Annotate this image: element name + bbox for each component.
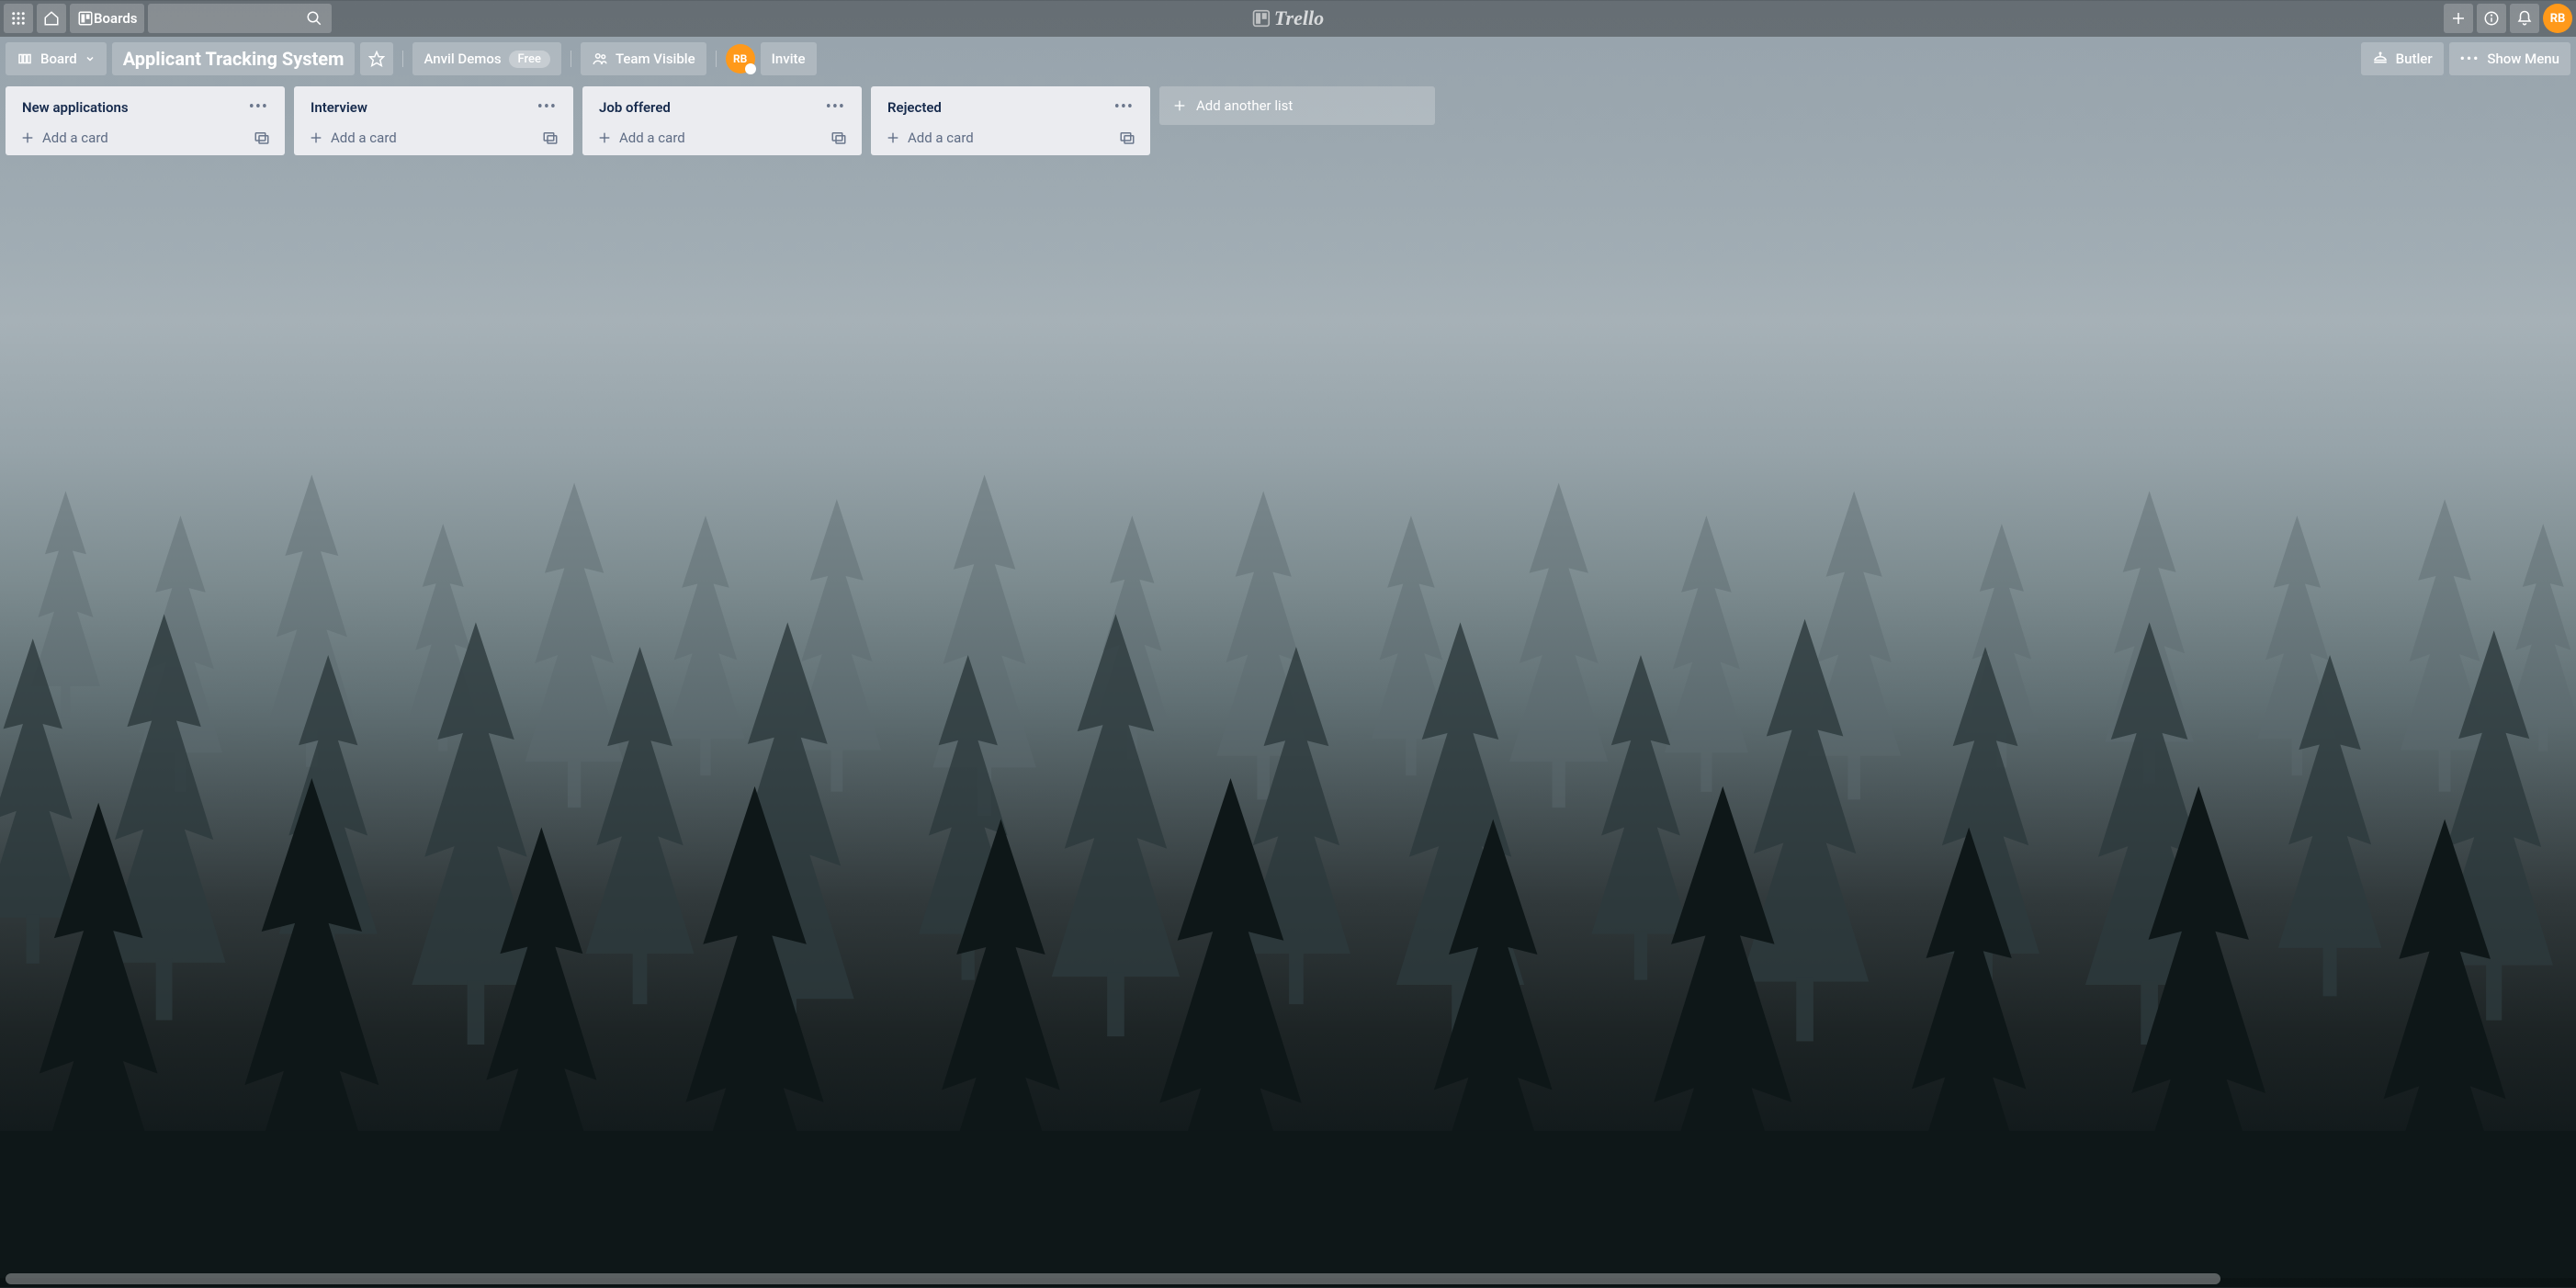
show-menu-button[interactable]: ••• Show Menu <box>2449 42 2570 75</box>
workspace-badge: Free <box>509 51 550 68</box>
plus-icon <box>2450 10 2467 27</box>
bell-icon <box>2516 10 2533 27</box>
visibility-button[interactable]: Team Visible <box>581 42 706 75</box>
plus-icon <box>309 130 323 145</box>
butler-button[interactable]: Butler <box>2361 42 2444 75</box>
list-menu-button[interactable]: ••• <box>1114 97 1134 117</box>
board-header: Board Applicant Tracking System Anvil De… <box>0 37 2576 81</box>
trello-logo-icon <box>1252 9 1271 28</box>
add-list-label: Add another list <box>1196 97 1293 114</box>
invite-label: Invite <box>772 51 806 67</box>
more-icon: ••• <box>2460 51 2480 67</box>
global-header: Boards Trello RB <box>0 0 2576 37</box>
butler-label: Butler <box>2396 51 2433 67</box>
butler-icon <box>2372 51 2389 67</box>
notifications-button[interactable] <box>2510 4 2539 33</box>
add-card-button[interactable]: Add a card <box>886 130 974 146</box>
add-card-button[interactable]: Add a card <box>309 130 397 146</box>
invite-button[interactable]: Invite <box>761 42 817 75</box>
boards-button[interactable]: Boards <box>70 4 144 33</box>
list: Interview ••• Add a card <box>294 86 573 155</box>
team-icon <box>592 51 608 67</box>
add-card-label: Add a card <box>908 130 974 146</box>
add-card-label: Add a card <box>331 130 397 146</box>
template-icon[interactable] <box>830 130 847 146</box>
search-input[interactable] <box>148 4 332 33</box>
member-initials: RB <box>733 52 747 65</box>
add-card-label: Add a card <box>42 130 108 146</box>
create-button[interactable] <box>2444 4 2473 33</box>
horizontal-scrollbar[interactable] <box>6 1273 2576 1284</box>
board-canvas: New applications ••• Add a card Intervie… <box>0 81 2576 1277</box>
boards-label: Boards <box>94 10 137 27</box>
list-title[interactable]: New applications <box>22 99 129 116</box>
show-menu-label: Show Menu <box>2487 51 2559 67</box>
workspace-button[interactable]: Anvil Demos Free <box>412 42 561 75</box>
board-view-icon <box>17 51 33 67</box>
add-card-label: Add a card <box>619 130 685 146</box>
divider <box>716 51 717 67</box>
template-icon[interactable] <box>1119 130 1135 146</box>
app-logo[interactable]: Trello <box>1252 6 1324 30</box>
chevron-down-icon <box>85 53 96 64</box>
board-view-label: Board <box>40 51 77 67</box>
app-name: Trello <box>1274 6 1324 30</box>
template-icon[interactable] <box>542 130 559 146</box>
add-card-button[interactable]: Add a card <box>597 130 685 146</box>
home-icon <box>43 10 60 27</box>
list-title[interactable]: Job offered <box>599 99 671 116</box>
star-icon <box>368 51 385 67</box>
divider <box>402 51 403 67</box>
add-card-button[interactable]: Add a card <box>20 130 108 146</box>
scrollbar-thumb[interactable] <box>6 1273 2220 1284</box>
boards-icon <box>77 10 94 27</box>
list-title[interactable]: Rejected <box>887 99 942 116</box>
list: Job offered ••• Add a card <box>582 86 862 155</box>
board-member-avatar[interactable]: RB <box>726 44 755 73</box>
plus-icon <box>20 130 35 145</box>
workspace-name: Anvil Demos <box>424 51 501 67</box>
visibility-label: Team Visible <box>616 51 695 67</box>
search-icon <box>306 10 322 27</box>
user-avatar-initials: RB <box>2550 12 2566 26</box>
plus-icon <box>1172 98 1187 113</box>
board-view-switcher[interactable]: Board <box>6 42 107 75</box>
add-list-button[interactable]: Add another list <box>1159 86 1435 125</box>
list-menu-button[interactable]: ••• <box>249 97 268 117</box>
list-menu-button[interactable]: ••• <box>826 97 845 117</box>
list-title[interactable]: Interview <box>311 99 367 116</box>
user-avatar[interactable]: RB <box>2543 4 2572 33</box>
info-icon <box>2483 10 2500 27</box>
list: New applications ••• Add a card <box>6 86 285 155</box>
template-icon[interactable] <box>254 130 270 146</box>
board-title[interactable]: Applicant Tracking System <box>112 42 356 75</box>
apps-button[interactable] <box>4 4 33 33</box>
home-button[interactable] <box>37 4 66 33</box>
plus-icon <box>597 130 612 145</box>
info-button[interactable] <box>2477 4 2506 33</box>
apps-icon <box>10 10 27 27</box>
star-button[interactable] <box>360 42 393 75</box>
plus-icon <box>886 130 900 145</box>
list-menu-button[interactable]: ••• <box>537 97 557 117</box>
list: Rejected ••• Add a card <box>871 86 1150 155</box>
